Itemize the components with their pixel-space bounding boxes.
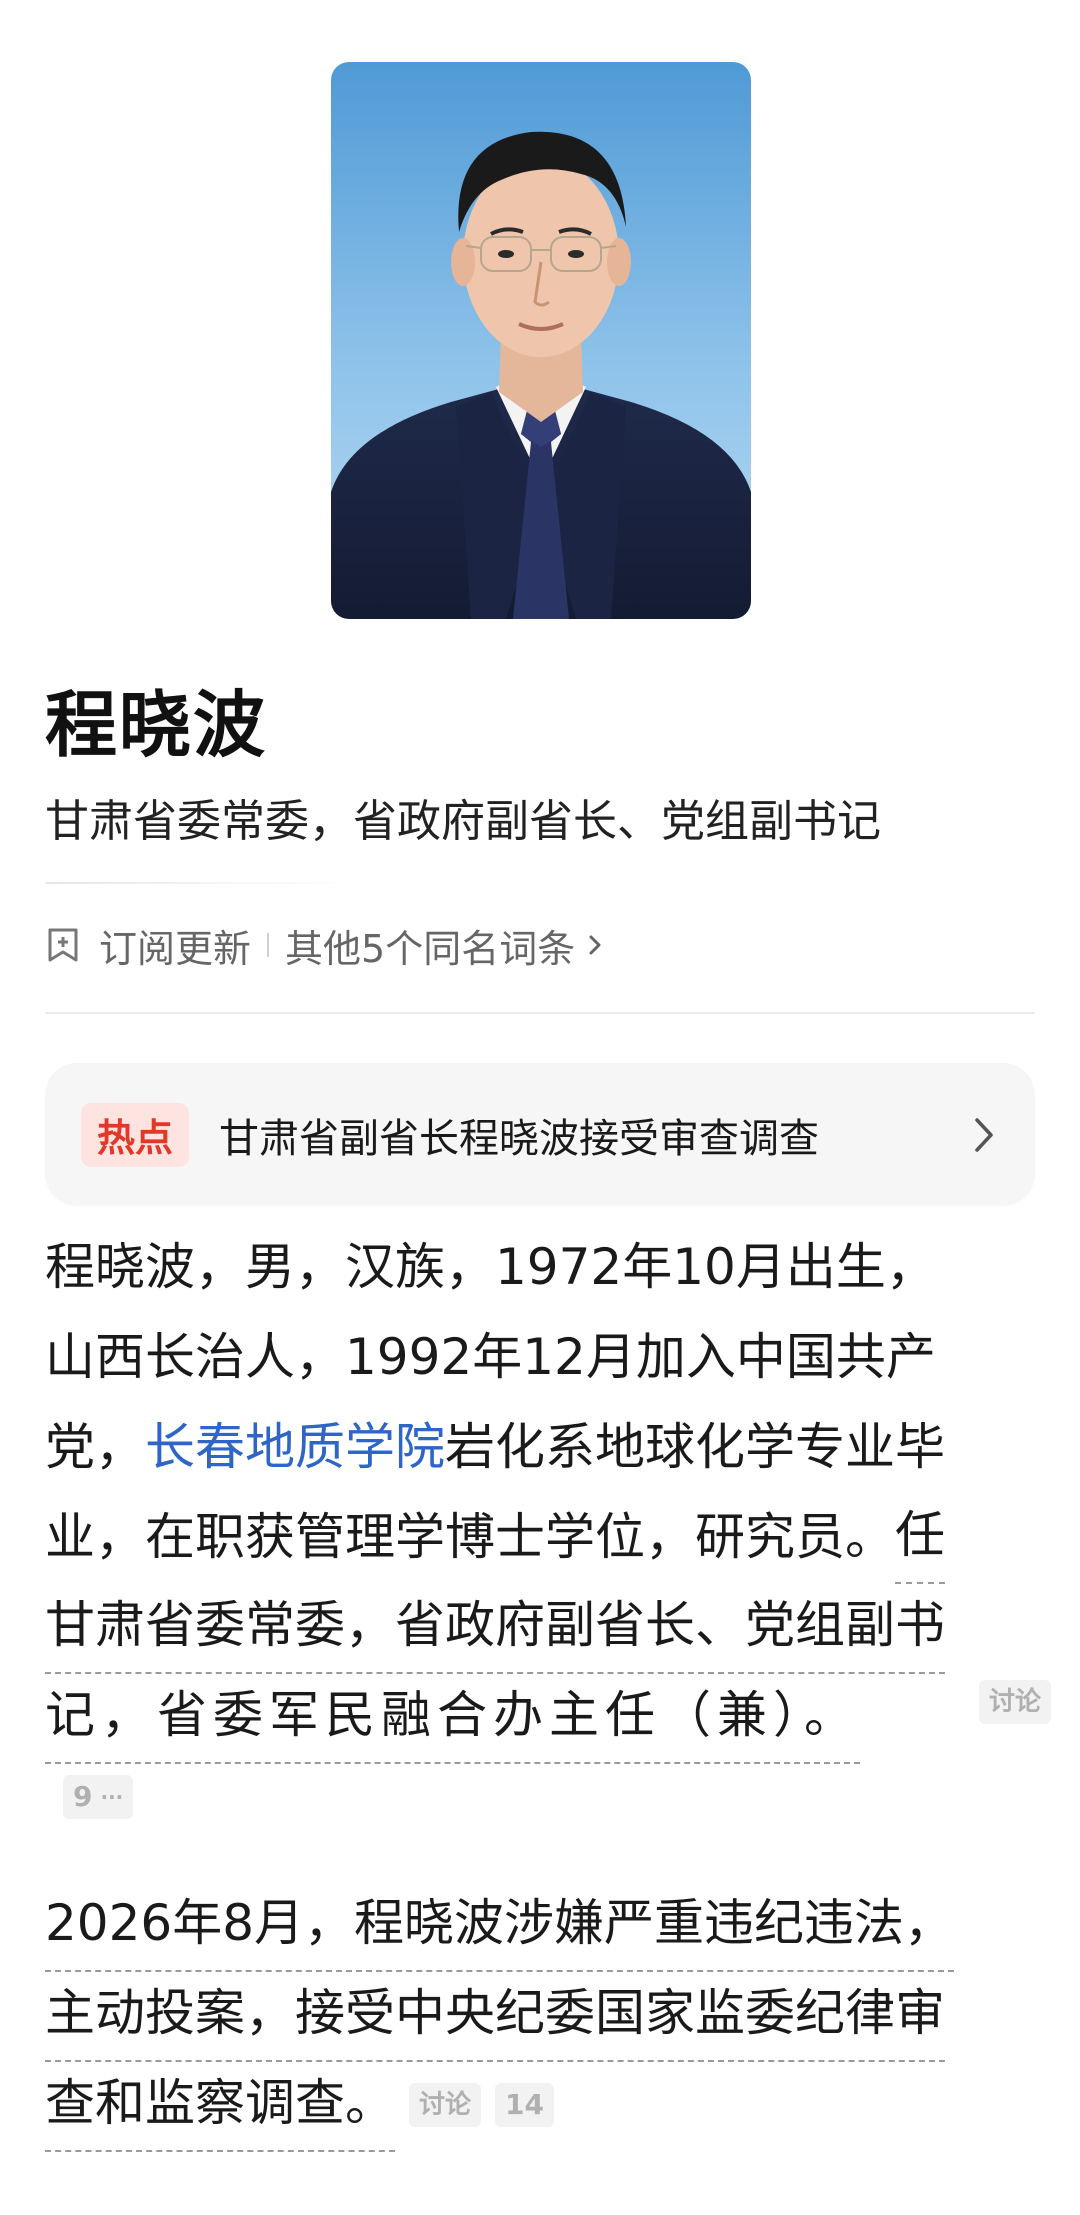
event-line-3: 查和监察调查。 讨论 14 bbox=[45, 2058, 1040, 2152]
intro-line-6: 记，省委军民融合办主任（兼）。 讨论 bbox=[45, 1670, 1052, 1764]
intro-line-1: 程晓波，男，汉族，1972年10月出生， bbox=[45, 1238, 936, 1296]
action-separator bbox=[267, 933, 270, 957]
person-title: 甘肃省委常委，省政府副省长、党组副书记 bbox=[45, 796, 881, 847]
annotated-text[interactable]: 记，省委军民融合办主任（兼）。 bbox=[45, 1670, 860, 1764]
intro-line-4: 业，在职获管理学博士学位，研究员。 任 bbox=[45, 1490, 1040, 1584]
profile-portrait[interactable] bbox=[331, 62, 751, 619]
hot-badge: 热点 bbox=[81, 1102, 189, 1167]
intro-text: 党， bbox=[45, 1418, 145, 1476]
title-divider bbox=[45, 882, 355, 884]
event-line-2: 主动投案，接受中央纪委国家监委纪律审 bbox=[45, 1968, 1040, 2062]
intro-text: 业，在职获管理学博士学位，研究员。 bbox=[45, 1508, 895, 1566]
more-icon: ··· bbox=[100, 1785, 124, 1809]
bookmark-icon bbox=[48, 928, 78, 962]
portrait-image bbox=[331, 62, 751, 619]
chevron-right-icon bbox=[589, 935, 601, 955]
same-name-label: 其他5个同名词条 bbox=[285, 926, 576, 971]
discussion-count: 9 bbox=[73, 1780, 93, 1813]
chevron-right-icon bbox=[975, 1118, 993, 1152]
hot-news-text: 甘肃省副省长程晓波接受审查调查 bbox=[219, 1115, 819, 1162]
entry-actions: 订阅更新 其他5个同名词条 bbox=[45, 915, 607, 975]
discuss-chip[interactable]: 讨论 bbox=[979, 1680, 1052, 1724]
intro-line-5: 甘肃省委常委，省政府副省长、党组副书 bbox=[45, 1580, 1040, 1674]
header-divider bbox=[45, 1012, 1035, 1014]
annotated-text[interactable]: 主动投案，接受中央纪委国家监委纪律审 bbox=[45, 1968, 945, 2062]
event-line-1: 2026年8月，程晓波涉嫌严重违纪违法， bbox=[45, 1878, 1040, 1972]
subscribe-button[interactable]: 订阅更新 bbox=[45, 918, 251, 973]
changchun-geology-link[interactable]: 长春地质学院 bbox=[145, 1402, 445, 1492]
discussion-count-chip[interactable]: 9 ··· bbox=[63, 1775, 134, 1819]
intro-line-3: 党， 长春地质学院 岩化系地球化学专业毕 bbox=[45, 1402, 1040, 1492]
event-paragraph: 2026年8月，程晓波涉嫌严重违纪违法， 主动投案，接受中央纪委国家监委纪律审 … bbox=[45, 1878, 1040, 2152]
intro-paragraph: 程晓波，男，汉族，1972年10月出生， 山西长治人，1992年12月加入中国共… bbox=[45, 1222, 1052, 1832]
page-title: 程晓波 bbox=[45, 683, 268, 767]
intro-line-7: 9 ··· bbox=[45, 1762, 1040, 1832]
hot-news-card[interactable]: 热点 甘肃省副省长程晓波接受审查调查 bbox=[45, 1063, 1035, 1206]
intro-text: 岩化系地球化学专业毕 bbox=[445, 1418, 945, 1476]
discussion-count-chip[interactable]: 14 bbox=[495, 2083, 554, 2127]
intro-line-2: 山西长治人，1992年12月加入中国共产 bbox=[45, 1328, 936, 1386]
annotated-text[interactable]: 任 bbox=[895, 1490, 945, 1584]
annotated-text[interactable]: 2026年8月，程晓波涉嫌严重违纪违法， bbox=[45, 1878, 955, 1972]
annotated-text[interactable]: 甘肃省委常委，省政府副省长、党组副书 bbox=[45, 1580, 945, 1674]
subscribe-label: 订阅更新 bbox=[99, 926, 252, 971]
same-name-entries-link[interactable]: 其他5个同名词条 bbox=[285, 918, 607, 973]
discuss-chip[interactable]: 讨论 bbox=[409, 2083, 482, 2127]
annotated-text[interactable]: 查和监察调查。 bbox=[45, 2058, 395, 2152]
